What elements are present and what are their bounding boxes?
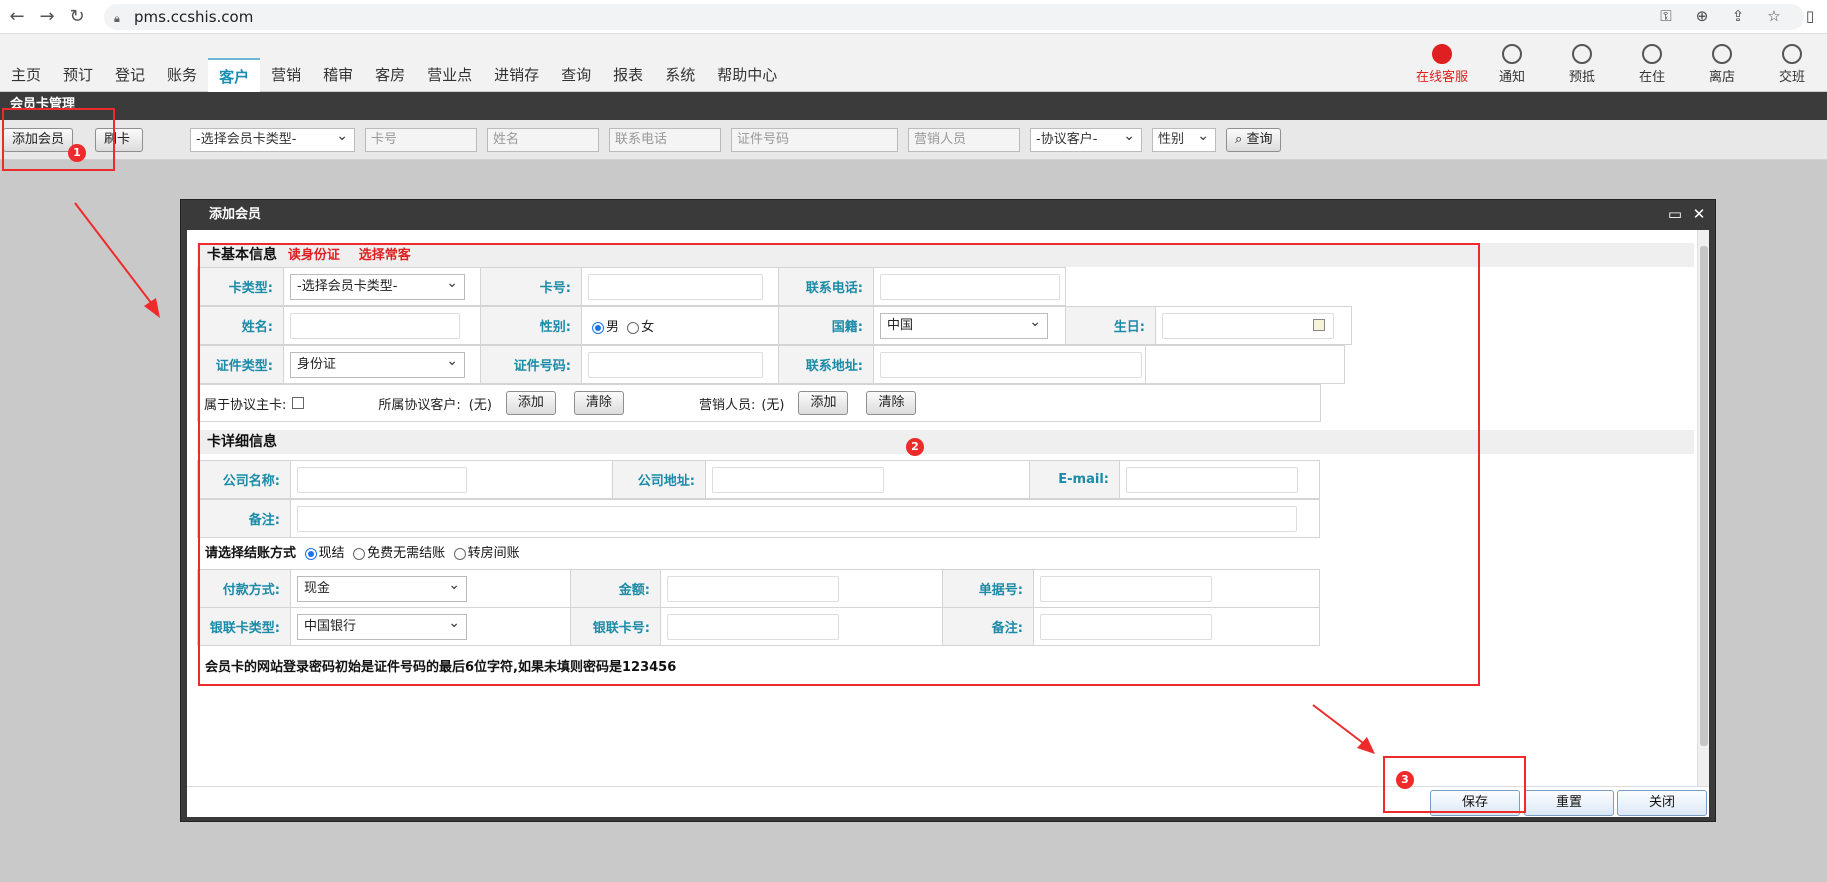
support-icon (1432, 44, 1452, 64)
annotation-box-2 (198, 243, 1480, 686)
menu-item-6[interactable]: 稽审 (312, 58, 364, 92)
card-no-input[interactable]: 卡号 (365, 127, 478, 152)
name-input[interactable]: 姓名 (487, 127, 600, 152)
dialog-scrollbar[interactable] (1697, 230, 1709, 786)
forward-icon[interactable]: → (34, 4, 60, 30)
menu-item-10[interactable]: 查询 (550, 58, 602, 92)
maximize-icon[interactable]: ▭ (1667, 206, 1683, 222)
quick-item-label: 在线客服 (1415, 70, 1468, 85)
close-icon[interactable]: ✕ (1691, 206, 1707, 222)
quick-item-label: 在住 (1638, 70, 1665, 85)
dialog-title: 添加会员 (209, 207, 262, 222)
card-type-select[interactable]: -选择会员卡类型- (190, 125, 356, 152)
quick-menu: 在线客服 通知 预抵 在住 离店 交班 (1407, 44, 1827, 85)
query-button[interactable]: ⌕ 查询 (1226, 127, 1282, 152)
quick-item-label: 预抵 (1568, 70, 1595, 85)
reset-button[interactable]: 重置 (1524, 790, 1614, 816)
logout-icon (1712, 44, 1732, 64)
phone-input[interactable]: 联系电话 (609, 127, 722, 152)
scrollbar-thumb[interactable] (1700, 246, 1708, 746)
menu-item-1[interactable]: 预订 (52, 58, 104, 92)
menu-item-12[interactable]: 系统 (654, 58, 706, 92)
quick-item-label: 交班 (1778, 70, 1805, 85)
quick-item-label: 通知 (1498, 70, 1525, 85)
annotation-badge-3: 3 (1396, 771, 1414, 789)
menu-item-7[interactable]: 客房 (364, 58, 416, 92)
agreement-select[interactable]: -协议客户- (1030, 125, 1143, 152)
sidebar-icon[interactable]: ▯ (1799, 5, 1821, 27)
annotation-arrow-1 (74, 202, 160, 318)
menu-item-8[interactable]: 营业点 (416, 58, 483, 92)
gender-select[interactable]: 性别 (1152, 125, 1217, 152)
back-icon[interactable]: ← (4, 4, 30, 30)
share-icon[interactable]: ⇪ (1727, 5, 1749, 27)
close-button[interactable]: 关闭 (1617, 790, 1707, 816)
query-label: 查询 (1246, 131, 1273, 147)
browser-toolbar: ← → ↻ 🔒︎ pms.ccshis.com ⚿ ⊕ ⇪ ☆ ▯ (0, 0, 1827, 34)
menu-item-13[interactable]: 帮助中心 (706, 58, 788, 92)
quick-item-0[interactable]: 在线客服 (1407, 44, 1477, 85)
quick-item-1[interactable]: 通知 (1477, 44, 1547, 85)
zoom-icon[interactable]: ⊕ (1691, 5, 1713, 27)
lock-icon: 🔒︎ (114, 11, 120, 25)
quick-item-2[interactable]: 预抵 (1547, 44, 1617, 85)
app-menubar: 主页 预订 登记 账务 客户 营销 稽审 客房 营业点 进销存 查询 报表 系统 帮助中心 在线客服 通知 预… (0, 34, 1827, 92)
sales-input[interactable]: 营销人员 (908, 127, 1021, 152)
menu-item-2[interactable]: 登记 (104, 58, 156, 92)
shift-icon (1782, 44, 1802, 64)
menu-item-3[interactable]: 账务 (156, 58, 208, 92)
filter-toolbar: 添加会员 刷卡 -选择会员卡类型- 卡号 姓名 联系电话 证件号码 营销人员 -… (0, 120, 1827, 160)
address-bar[interactable]: 🔒︎ pms.ccshis.com (104, 3, 1804, 30)
reload-icon[interactable]: ↻ (64, 4, 90, 30)
star-icon[interactable]: ☆ (1763, 5, 1785, 27)
quick-item-3[interactable]: 在住 (1617, 44, 1687, 85)
menu-item-11[interactable]: 报表 (602, 58, 654, 92)
annotation-box-1 (2, 108, 115, 171)
id-no-input[interactable]: 证件号码 (731, 127, 899, 152)
annotation-badge-1: 1 (68, 144, 86, 162)
annotation-arrow-3 (1312, 704, 1375, 754)
menu-item-5[interactable]: 营销 (260, 58, 312, 92)
url-text: pms.ccshis.com (134, 7, 254, 26)
annotation-badge-2: 2 (906, 438, 924, 456)
quick-item-5[interactable]: 交班 (1757, 44, 1827, 85)
key-icon[interactable]: ⚿ (1655, 5, 1677, 27)
notice-icon (1502, 44, 1522, 64)
menu-item-0[interactable]: 主页 (0, 58, 52, 92)
menu-item-9[interactable]: 进销存 (483, 58, 550, 92)
clock-icon (1572, 44, 1592, 64)
menu-item-4[interactable]: 客户 (208, 58, 261, 92)
module-header: 会员卡管理 (0, 92, 1827, 120)
bed-icon (1642, 44, 1662, 64)
quick-item-4[interactable]: 离店 (1687, 44, 1757, 85)
main-menu: 主页 预订 登记 账务 客户 营销 稽审 客房 营业点 进销存 查询 报表 系统 帮助中心 (0, 58, 788, 92)
magnifier-icon: ⌕ (1235, 131, 1247, 147)
quick-item-label: 离店 (1708, 70, 1735, 85)
